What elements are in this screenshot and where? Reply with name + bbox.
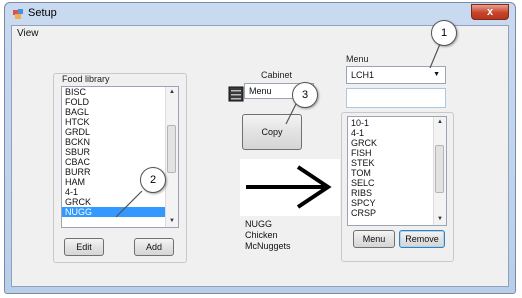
- callout-2-pointer: [115, 190, 143, 218]
- callout-1-pointer: [429, 44, 441, 69]
- food-item[interactable]: BISC: [62, 87, 178, 97]
- info-code: NUGG: [245, 219, 272, 229]
- cabinet-menu-text: Menu: [249, 86, 272, 96]
- menu-name-field[interactable]: [346, 88, 446, 108]
- info-name-2: McNuggets: [245, 241, 291, 251]
- menu-item[interactable]: RIBS: [348, 188, 446, 198]
- menu-label: Menu: [346, 54, 369, 64]
- setup-window: Setup x View Food library BISC FOLD BAGL HT…: [4, 2, 516, 294]
- arrow-graphic: [240, 159, 340, 216]
- menu-select-value: LCH1: [351, 70, 375, 80]
- scroll-up-icon[interactable]: ▲: [434, 117, 446, 128]
- food-library-label: Food library: [62, 74, 110, 84]
- edit-button[interactable]: Edit: [64, 238, 104, 256]
- menu-item[interactable]: SPCY: [348, 198, 446, 208]
- window-title: Setup: [28, 7, 57, 19]
- info-name-1: Chicken: [245, 230, 278, 240]
- add-button[interactable]: Add: [134, 238, 174, 256]
- app-icon: [13, 9, 23, 19]
- food-item[interactable]: BAGL: [62, 107, 178, 117]
- menu-item[interactable]: SELC: [348, 178, 446, 188]
- scroll-down-icon[interactable]: ▼: [434, 214, 446, 225]
- food-item[interactable]: FOLD: [62, 97, 178, 107]
- cabinet-icon: [228, 86, 244, 102]
- menu-item[interactable]: GRCK: [348, 138, 446, 148]
- cabinet-label: Cabinet: [261, 70, 293, 80]
- menu-item[interactable]: 4-1: [348, 128, 446, 138]
- scroll-thumb[interactable]: [167, 125, 176, 173]
- food-item[interactable]: BCKN: [62, 137, 178, 147]
- remove-button[interactable]: Remove: [399, 230, 445, 248]
- menu-item[interactable]: CRSP: [348, 208, 446, 218]
- close-button[interactable]: x: [471, 4, 509, 20]
- menu-item[interactable]: 10-1: [348, 118, 446, 128]
- menu-view[interactable]: View: [17, 28, 39, 39]
- menu-item[interactable]: FISH: [348, 148, 446, 158]
- menu-button[interactable]: Menu: [353, 230, 395, 248]
- client-area: View Food library BISC FOLD BAGL HTCK GRDL BC…: [11, 20, 509, 287]
- scroll-thumb[interactable]: [435, 145, 444, 193]
- menu-item[interactable]: TOM: [348, 168, 446, 178]
- menu-items-scrollbar[interactable]: ▲ ▼: [433, 117, 446, 225]
- food-item[interactable]: CBAC: [62, 157, 178, 167]
- callout-3-pointer: [285, 104, 297, 125]
- food-item[interactable]: SBUR: [62, 147, 178, 157]
- callout-1: 1: [431, 20, 457, 46]
- food-item[interactable]: GRDL: [62, 127, 178, 137]
- menu-items-list[interactable]: 10-1 4-1 GRCK FISH STEK TOM SELC RIBS SPCY CRSP ▲…: [347, 116, 447, 226]
- selected-food-info: NUGG Chicken McNuggets: [245, 219, 291, 252]
- food-item[interactable]: HTCK: [62, 117, 178, 127]
- menu-item[interactable]: STEK: [348, 158, 446, 168]
- scroll-up-icon[interactable]: ▲: [166, 87, 178, 98]
- right-arrow-icon: [246, 165, 332, 209]
